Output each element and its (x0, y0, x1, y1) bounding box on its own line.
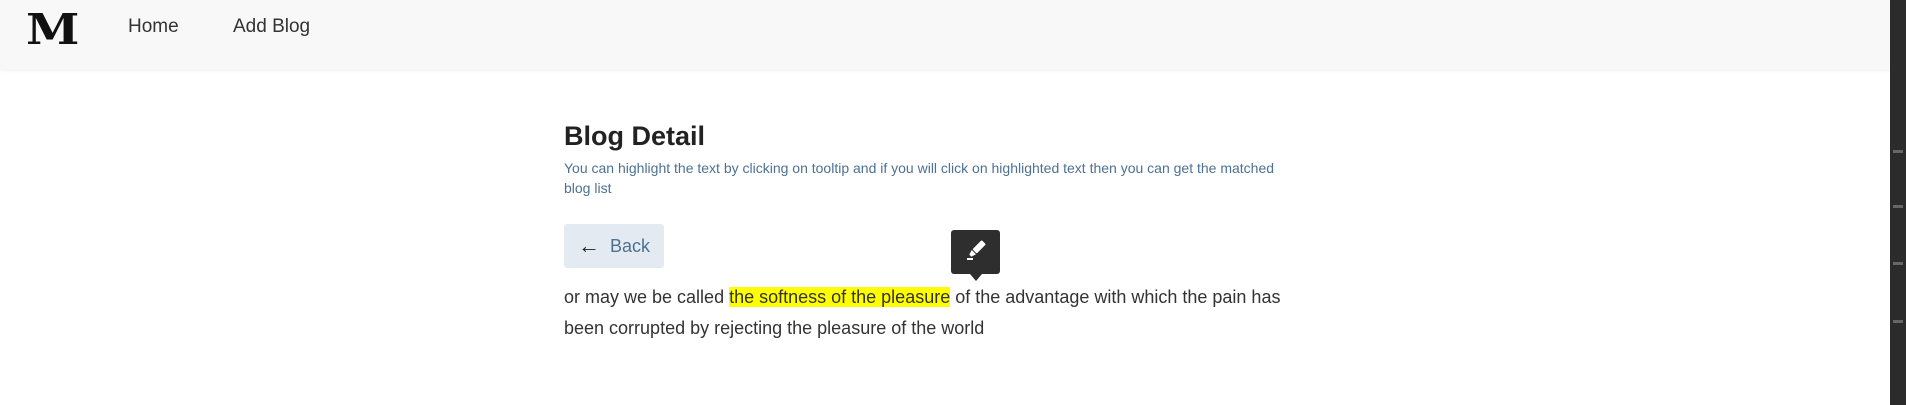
blog-text-before: or may we be called (564, 287, 730, 307)
scrollbar[interactable] (1890, 0, 1906, 405)
nav-add-blog-link[interactable]: Add Blog (233, 16, 310, 38)
scrollbar-mark (1893, 262, 1903, 265)
arrow-left-icon: ← (577, 233, 600, 258)
page-title: Blog Detail (564, 121, 706, 151)
back-button[interactable]: ← Back (564, 224, 664, 268)
logo[interactable]: M (26, 7, 79, 53)
blog-detail-container: Blog Detail You can highlight the text b… (564, 118, 1294, 338)
scrollbar-mark (1893, 150, 1903, 153)
navbar: M Home Add Blog (0, 0, 1890, 70)
nav-home-link[interactable]: Home (128, 16, 179, 38)
highlighter-icon (964, 238, 988, 267)
blog-body-text: or may we be called the softness of the … (564, 282, 1294, 344)
page-hint: You can highlight the text by clicking o… (564, 160, 1275, 196)
highlighted-text[interactable]: the softness of the pleasure (729, 287, 951, 307)
scrollbar-mark (1893, 205, 1903, 208)
scrollbar-mark (1893, 320, 1903, 323)
back-button-label: Back (609, 235, 651, 256)
highlight-tooltip[interactable] (951, 230, 1000, 281)
